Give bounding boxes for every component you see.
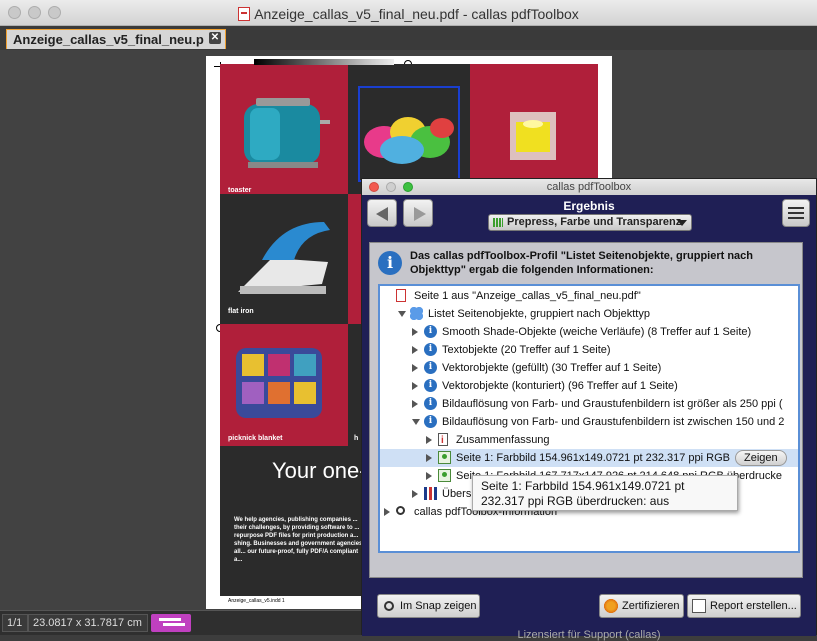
certify-label: Zertifizieren — [622, 600, 680, 612]
pdftoolbox-palette: callas pdfToolbox Ergebnis Prepress, Far… — [361, 178, 817, 641]
group-icon — [410, 307, 423, 320]
magnifier-icon — [396, 506, 405, 515]
result-tree[interactable]: Seite 1 aus "Anzeige_callas_v5_final_neu… — [378, 284, 800, 553]
tree-row[interactable]: i Vektorobjekte (gefüllt) (30 Treffer auf… — [380, 359, 798, 377]
report-icon — [692, 599, 706, 613]
disclosure-open-icon[interactable] — [412, 419, 420, 425]
disclosure-closed-icon[interactable] — [412, 346, 418, 354]
palette-title: callas pdfToolbox — [546, 181, 632, 193]
chart-icon — [424, 487, 437, 500]
info-icon: i — [424, 397, 437, 410]
palette-close-button[interactable] — [369, 182, 379, 192]
tree-row-label: Listet Seitenobjekte, gruppiert nach Obj… — [428, 308, 650, 320]
info-icon: i — [424, 325, 437, 338]
label-flat-iron: flat iron — [228, 308, 254, 315]
pdf-icon — [396, 289, 406, 302]
tree-row-label: Bildauflösung von Farb- und Graustufenbi… — [442, 416, 785, 428]
show-button[interactable]: Zeigen — [735, 450, 787, 466]
tree-row[interactable]: i Vektorobjekte (konturiert) (96 Treffer … — [380, 377, 798, 395]
snap-icon — [384, 601, 394, 611]
certify-icon — [604, 599, 618, 613]
tree-row[interactable]: Listet Seitenobjekte, gruppiert nach Obj… — [380, 305, 798, 323]
result-panel: i Das callas pdfToolbox-Profil "Listet S… — [369, 242, 803, 578]
palette-body: Ergebnis Prepress, Farbe und Transparenz… — [362, 195, 816, 641]
menu-button[interactable] — [782, 199, 810, 227]
info-icon: i — [424, 361, 437, 374]
color-control-bar — [254, 59, 394, 65]
label-h: h — [354, 435, 359, 442]
info-icon: i — [424, 415, 437, 428]
result-info-text: Das callas pdfToolbox-Profil "Listet Sei… — [410, 250, 754, 276]
tree-row-label: Seite 1 aus "Anzeige_callas_v5_final_neu… — [414, 290, 641, 302]
disclosure-closed-icon[interactable] — [412, 382, 418, 390]
label-toaster: toaster — [228, 187, 252, 194]
chevron-down-icon — [677, 220, 687, 226]
disclosure-closed-icon[interactable] — [412, 328, 418, 336]
ad-footer-text: Anzeige_callas_v5.indd 1 — [228, 598, 285, 604]
image-icon — [438, 451, 451, 464]
tab-bar: Anzeige_callas_v5_final_neu.p ✕ — [0, 26, 817, 50]
ad-body-text: We help agencies, publishing companies .… — [234, 517, 363, 563]
license-text: Lizensiert für Support (callas) — [517, 629, 661, 641]
layout-toggle-button[interactable] — [151, 614, 191, 632]
disclosure-closed-icon[interactable] — [412, 400, 418, 408]
disclosure-closed-icon[interactable] — [412, 364, 418, 372]
image-icon — [438, 469, 451, 482]
profile-category-icon — [493, 218, 503, 227]
palette-minimize-button[interactable] — [386, 182, 396, 192]
profile-dropdown[interactable]: Prepress, Farbe und Transparenz — [488, 214, 692, 231]
toaster-image — [244, 98, 330, 168]
tree-row[interactable]: Seite 1: Farbbild 154.961x149.0721 pt 23… — [380, 449, 798, 467]
disclosure-closed-icon[interactable] — [426, 472, 432, 480]
title-bar: Anzeige_callas_v5_final_neu.pdf - callas… — [0, 0, 817, 26]
iron-image — [238, 222, 330, 294]
image-tooltip: Seite 1: Farbbild 154.961x149.0721 pt 23… — [472, 475, 738, 511]
show-in-snap-label: Im Snap zeigen — [400, 600, 477, 612]
document-tab[interactable]: Anzeige_callas_v5_final_neu.p ✕ — [6, 29, 226, 49]
info-icon: i — [424, 379, 437, 392]
palette-zoom-button[interactable] — [403, 182, 413, 192]
tree-row-label: Vektorobjekte (gefüllt) (30 Treffer auf … — [442, 362, 662, 374]
tree-row[interactable]: i Bildauflösung von Farb- und Graustufenb… — [380, 395, 798, 413]
create-report-button[interactable]: Report erstellen... — [687, 594, 801, 618]
summary-icon — [438, 432, 448, 450]
document-tab-label: Anzeige_callas_v5_final_neu.p — [13, 32, 204, 47]
palette-title-bar: callas pdfToolbox — [362, 179, 816, 195]
pdf-icon — [238, 7, 251, 21]
disclosure-closed-icon[interactable] — [426, 436, 432, 444]
tree-row[interactable]: i Textobjekte (20 Treffer auf 1 Seite) — [380, 341, 798, 359]
window-title: Anzeige_callas_v5_final_neu.pdf - callas… — [254, 6, 579, 22]
tree-row[interactable]: i Bildauflösung von Farb- und Graustufenb… — [380, 413, 798, 431]
disclosure-closed-icon[interactable] — [412, 490, 418, 498]
create-report-label: Report erstellen... — [710, 600, 797, 612]
disclosure-closed-icon[interactable] — [426, 454, 432, 462]
tree-row-label: Smooth Shade-Objekte (weiche Verläufe) (… — [442, 326, 752, 338]
info-icon: i — [424, 343, 437, 356]
blanket-image — [236, 348, 322, 418]
profile-dropdown-label: Prepress, Farbe und Transparenz — [507, 216, 682, 228]
page-size: 23.0817 x 31.7817 cm — [28, 614, 148, 632]
tree-row[interactable]: Seite 1 aus "Anzeige_callas_v5_final_neu… — [380, 287, 798, 305]
page-indicator: 1/1 — [2, 614, 28, 632]
window-title-wrap: Anzeige_callas_v5_final_neu.pdf - callas… — [0, 5, 817, 22]
tree-row[interactable]: i Smooth Shade-Objekte (weiche Verläufe) … — [380, 323, 798, 341]
info-icon: i — [378, 251, 402, 275]
result-heading: Ergebnis — [563, 199, 615, 213]
wool-image — [364, 117, 454, 164]
tree-row[interactable]: Zusammenfassung — [380, 431, 798, 450]
tree-row-label: Textobjekte (20 Treffer auf 1 Seite) — [442, 344, 611, 356]
result-info-header: i Das callas pdfToolbox-Profil "Listet S… — [378, 249, 798, 277]
ad-heading: Your one- — [272, 458, 367, 483]
disclosure-open-icon[interactable] — [398, 311, 406, 317]
close-tab-icon[interactable]: ✕ — [209, 32, 221, 44]
show-in-snap-button[interactable]: Im Snap zeigen — [377, 594, 480, 618]
candle-image — [510, 112, 556, 160]
certify-button[interactable]: Zertifizieren — [599, 594, 684, 618]
tree-row-label: Seite 1: Farbbild 154.961x149.0721 pt 23… — [456, 452, 730, 464]
tree-row-label: Bildauflösung von Farb- und Graustufenbi… — [442, 398, 783, 410]
tree-row-label: Vektorobjekte (konturiert) (96 Treffer a… — [442, 380, 678, 392]
disclosure-closed-icon[interactable] — [384, 508, 390, 516]
tree-row-label: Zusammenfassung — [456, 434, 550, 446]
label-picknick-blanket: picknick blanket — [228, 435, 283, 442]
